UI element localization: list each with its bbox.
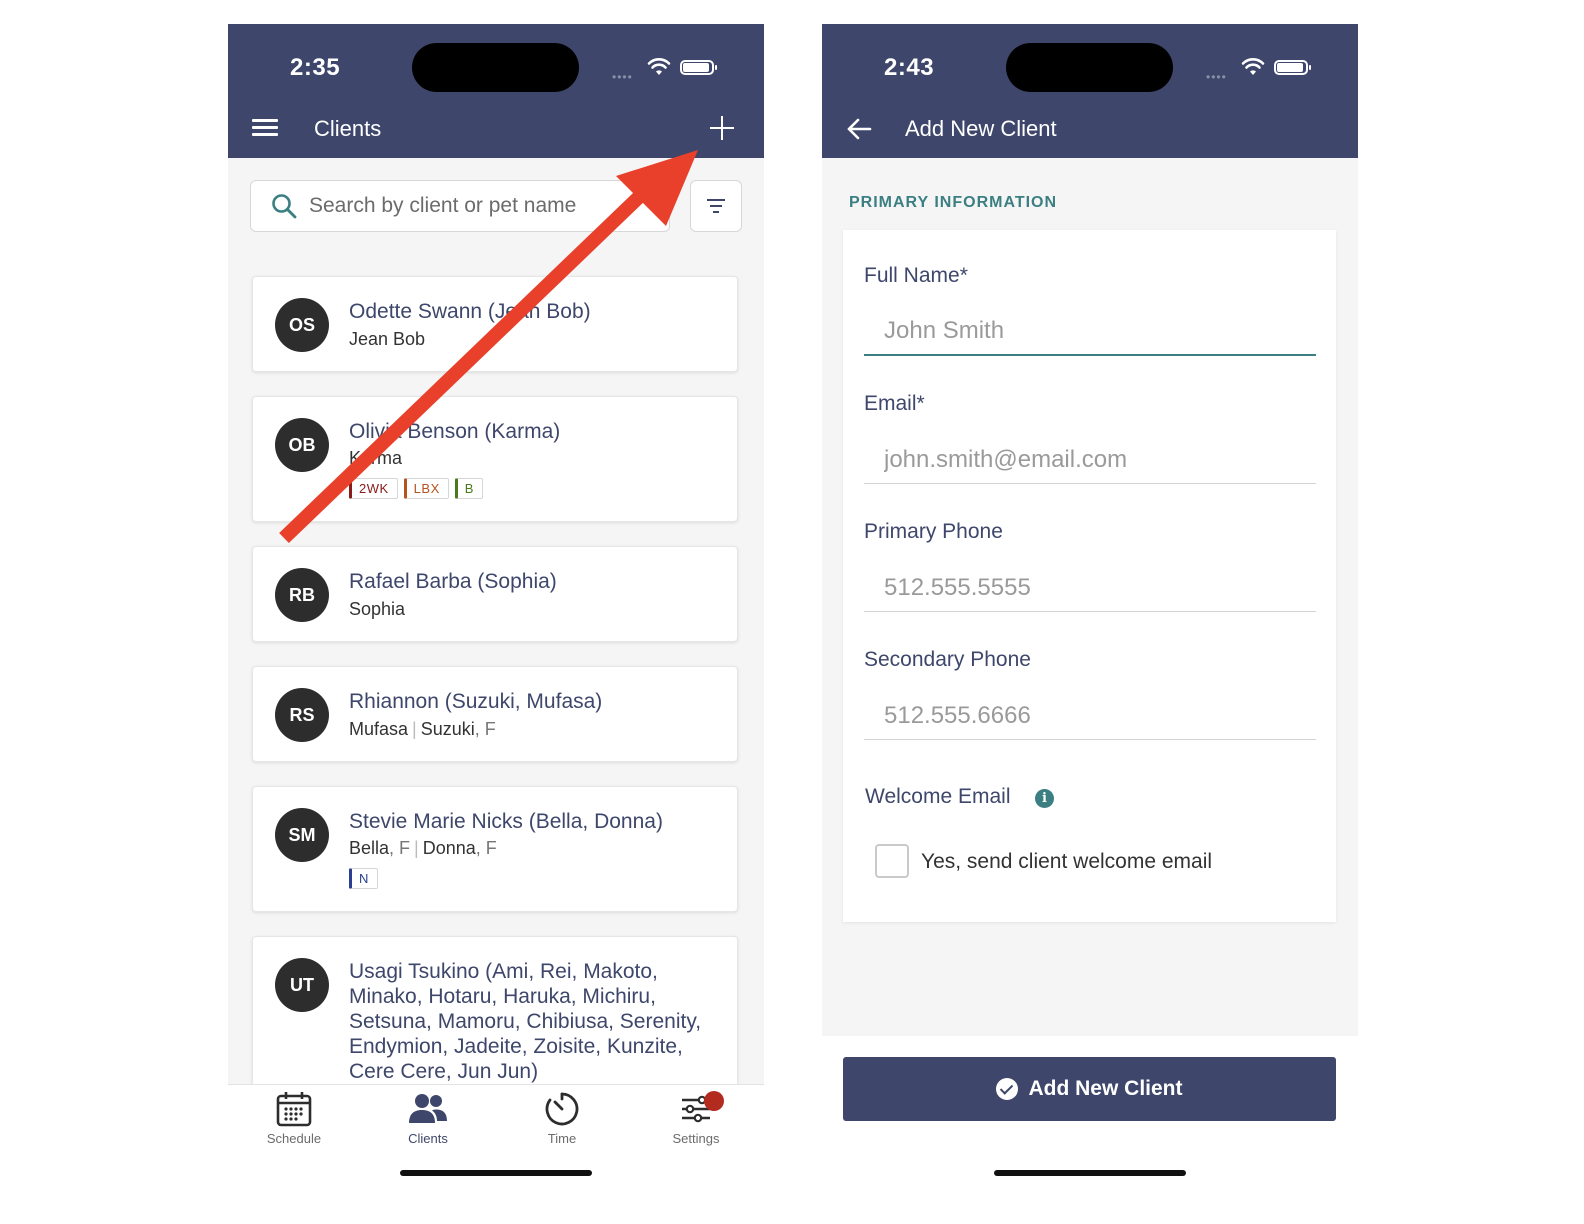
full-name-field[interactable] bbox=[864, 308, 1316, 356]
page-title: Add New Client bbox=[905, 116, 1057, 141]
battery-icon bbox=[1274, 60, 1311, 75]
timer-icon bbox=[545, 1092, 579, 1126]
client-card[interactable]: RB Rafael Barba (Sophia) Sophia bbox=[252, 546, 738, 642]
welcome-email-checkbox-label[interactable]: Yes, send client welcome email bbox=[921, 850, 1212, 874]
app-bar: Add New Client bbox=[822, 112, 1358, 158]
tag-badge: LBX bbox=[403, 478, 449, 499]
email-field[interactable] bbox=[864, 436, 1316, 484]
pet-sex: , F bbox=[389, 838, 411, 858]
wifi-icon bbox=[647, 58, 671, 75]
client-list[interactable]: OS Odette Swann (Jean Bob) Jean Bob OB O… bbox=[228, 256, 764, 1084]
calendar-icon bbox=[276, 1092, 312, 1127]
avatar: OB bbox=[275, 418, 329, 472]
hamburger-menu-icon[interactable] bbox=[252, 119, 278, 140]
tab-settings[interactable]: Settings bbox=[646, 1091, 746, 1146]
avatar: SM bbox=[275, 808, 329, 862]
pet-names: Karma bbox=[349, 448, 403, 468]
client-card[interactable]: OS Odette Swann (Jean Bob) Jean Bob bbox=[252, 276, 738, 372]
client-name: Rhiannon (Suzuki, Mufasa) bbox=[349, 690, 603, 713]
people-icon bbox=[409, 1094, 447, 1123]
pet-names: Jean Bob bbox=[349, 329, 426, 349]
signal-icon: •••• bbox=[1206, 70, 1227, 84]
primary-info-card: Full Name* Email* Primary Phone Secondar… bbox=[843, 230, 1336, 922]
info-icon[interactable]: i bbox=[1035, 789, 1054, 808]
screenshot-canvas: 2:35 •••• Clients Search by client or pe… bbox=[0, 0, 1584, 1224]
primary-phone-label: Primary Phone bbox=[864, 520, 1003, 543]
signal-icon: •••• bbox=[612, 70, 633, 84]
status-time: 2:35 bbox=[290, 54, 341, 81]
page-title: Clients bbox=[314, 116, 382, 141]
welcome-email-checkbox[interactable] bbox=[875, 844, 909, 878]
secondary-phone-field[interactable] bbox=[864, 692, 1316, 740]
button-label: Add New Client bbox=[1028, 1077, 1183, 1100]
add-new-client-button[interactable]: Add New Client bbox=[843, 1057, 1336, 1121]
tag-list: 2WK LBX B bbox=[349, 478, 483, 499]
search-icon bbox=[272, 194, 297, 219]
tab-label: Settings bbox=[672, 1131, 720, 1146]
pet-sex: , F bbox=[475, 838, 497, 858]
client-name: Odette Swann (Jean Bob) bbox=[349, 300, 591, 323]
pet-sex: , F bbox=[474, 719, 496, 739]
tab-clients[interactable]: Clients bbox=[378, 1091, 478, 1146]
search-input[interactable] bbox=[309, 191, 649, 221]
section-title: PRIMARY INFORMATION bbox=[849, 194, 1058, 211]
tab-schedule[interactable]: Schedule bbox=[244, 1091, 344, 1146]
client-name: Usagi Tsukino (Ami, Rei, Makoto, Minako,… bbox=[349, 960, 702, 1083]
check-circle-icon bbox=[996, 1078, 1019, 1100]
tab-label: Clients bbox=[408, 1131, 448, 1146]
client-name: Stevie Marie Nicks (Bella, Donna) bbox=[349, 810, 663, 833]
tab-time[interactable]: Time bbox=[512, 1091, 612, 1146]
client-card[interactable]: OB Olivia Benson (Karma) Karma 2WK LBX B bbox=[252, 396, 738, 522]
tag-list: N bbox=[349, 868, 378, 889]
client-card[interactable]: RS Rhiannon (Suzuki, Mufasa) Mufasa | Suzu… bbox=[252, 666, 738, 762]
form-area: PRIMARY INFORMATION Full Name* Email* Pr… bbox=[822, 158, 1358, 1036]
tag-badge: 2WK bbox=[349, 478, 398, 499]
avatar: OS bbox=[275, 298, 329, 352]
secondary-phone-label: Secondary Phone bbox=[864, 648, 1031, 671]
email-label: Email* bbox=[864, 392, 925, 415]
bottom-tab-bar: Schedule Clients Time Settings bbox=[228, 1084, 764, 1200]
dynamic-island bbox=[412, 43, 579, 92]
notification-dot bbox=[704, 1091, 724, 1111]
battery-icon bbox=[680, 60, 717, 75]
add-client-plus-icon[interactable] bbox=[710, 116, 734, 140]
welcome-email-label: Welcome Email bbox=[865, 785, 1011, 808]
status-bar: 2:35 •••• bbox=[228, 24, 764, 112]
dynamic-island bbox=[1006, 43, 1173, 92]
avatar: UT bbox=[275, 958, 329, 1012]
add-client-screen: 2:43 •••• Add New Client PRIMARY INFORMA… bbox=[822, 24, 1358, 1200]
avatar: RS bbox=[275, 688, 329, 742]
home-indicator bbox=[994, 1170, 1186, 1176]
search-toolbar bbox=[228, 158, 764, 256]
filter-button[interactable] bbox=[690, 180, 742, 232]
status-time: 2:43 bbox=[884, 54, 935, 81]
full-name-label: Full Name* bbox=[864, 264, 968, 287]
tab-label: Schedule bbox=[266, 1131, 322, 1146]
pet-name: Bella bbox=[349, 838, 390, 858]
pet-name: Donna bbox=[422, 838, 476, 858]
pet-names: Sophia bbox=[349, 599, 406, 619]
back-arrow-icon[interactable] bbox=[846, 116, 872, 142]
search-box bbox=[250, 180, 670, 232]
pet-name: Mufasa bbox=[349, 719, 409, 739]
wifi-icon bbox=[1241, 58, 1265, 75]
pet-name: Suzuki bbox=[420, 719, 475, 739]
primary-phone-field[interactable] bbox=[864, 564, 1316, 612]
home-indicator bbox=[400, 1170, 592, 1176]
pet-names: Bella, F | Donna, F bbox=[349, 838, 497, 858]
client-name: Rafael Barba (Sophia) bbox=[349, 570, 557, 593]
avatar: RB bbox=[275, 568, 329, 622]
client-card[interactable]: SM Stevie Marie Nicks (Bella, Donna) Bel… bbox=[252, 786, 738, 912]
status-bar: 2:43 •••• bbox=[822, 24, 1358, 112]
pet-names: Mufasa | Suzuki, F bbox=[349, 719, 496, 739]
tag-badge: N bbox=[349, 868, 378, 889]
client-name: Olivia Benson (Karma) bbox=[349, 420, 561, 443]
app-bar: Clients bbox=[228, 112, 764, 158]
clients-screen: 2:35 •••• Clients Search by client or pe… bbox=[228, 24, 764, 1200]
tag-badge: B bbox=[454, 478, 483, 499]
tab-label: Time bbox=[547, 1131, 577, 1146]
client-card[interactable]: UT Usagi Tsukino (Ami, Rei, Makoto, Mina… bbox=[252, 936, 738, 1084]
